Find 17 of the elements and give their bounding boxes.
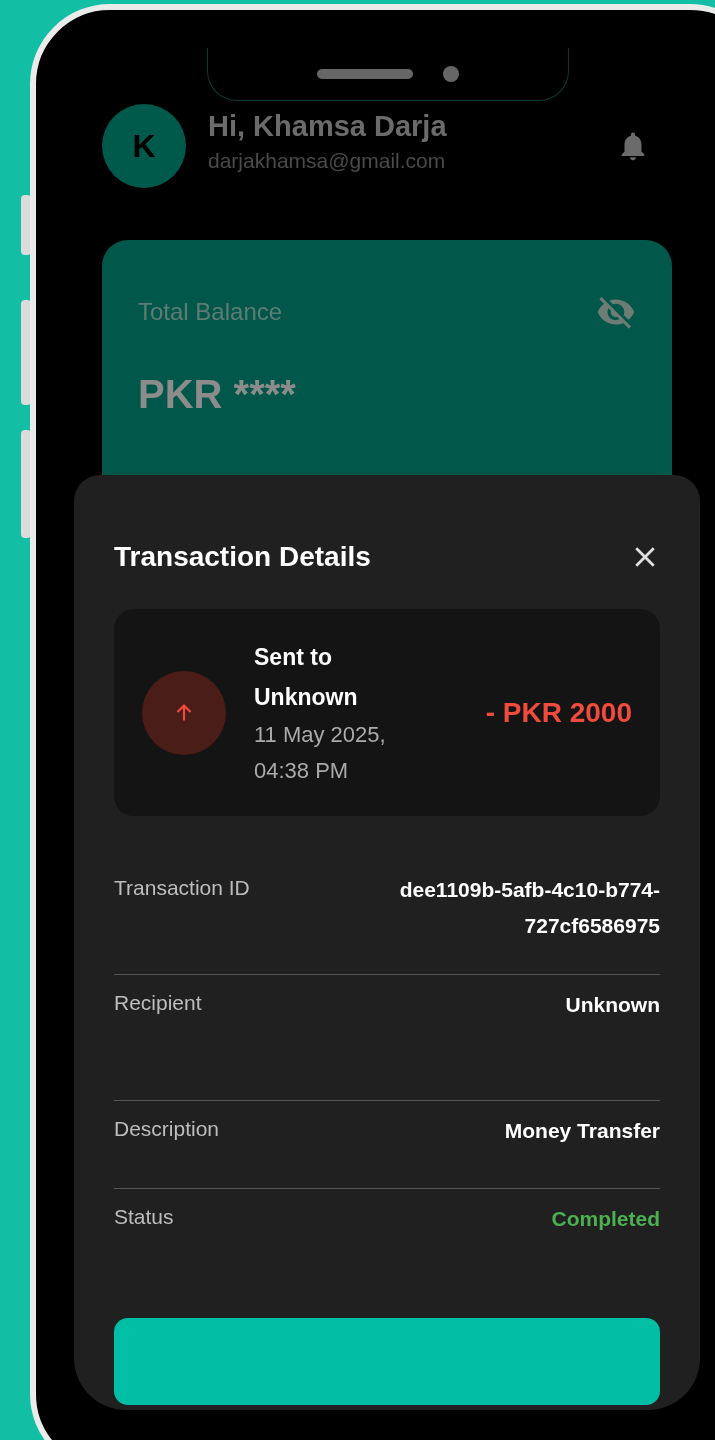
detail-label: Description <box>114 1117 220 1141</box>
detail-value: Unknown <box>565 992 660 1018</box>
balance-amount: PKR **** <box>138 372 297 417</box>
transaction-title: Sent to Unknown <box>254 642 359 712</box>
detail-label: Transaction ID <box>114 876 250 900</box>
transaction-amount: - PKR 2000 <box>485 696 632 729</box>
greeting-text: Hi, Khamsa Darja <box>208 109 448 143</box>
sheet-title: Transaction Details <box>114 541 371 573</box>
detail-label: Recipient <box>114 991 202 1015</box>
detail-value: dee1109b-5afb-4c10-b774-727cf6586975 <box>398 877 660 939</box>
detail-value: Money Transfer <box>504 1118 660 1144</box>
status-value: Completed <box>551 1206 660 1232</box>
detail-label: Status <box>114 1205 174 1229</box>
avatar: K <box>102 104 186 188</box>
transaction-date: 11 May 2025, 04:38 PM <box>254 720 387 785</box>
balance-label: Total Balance <box>138 298 283 326</box>
email-text: darjakhamsa@gmail.com <box>208 148 447 173</box>
